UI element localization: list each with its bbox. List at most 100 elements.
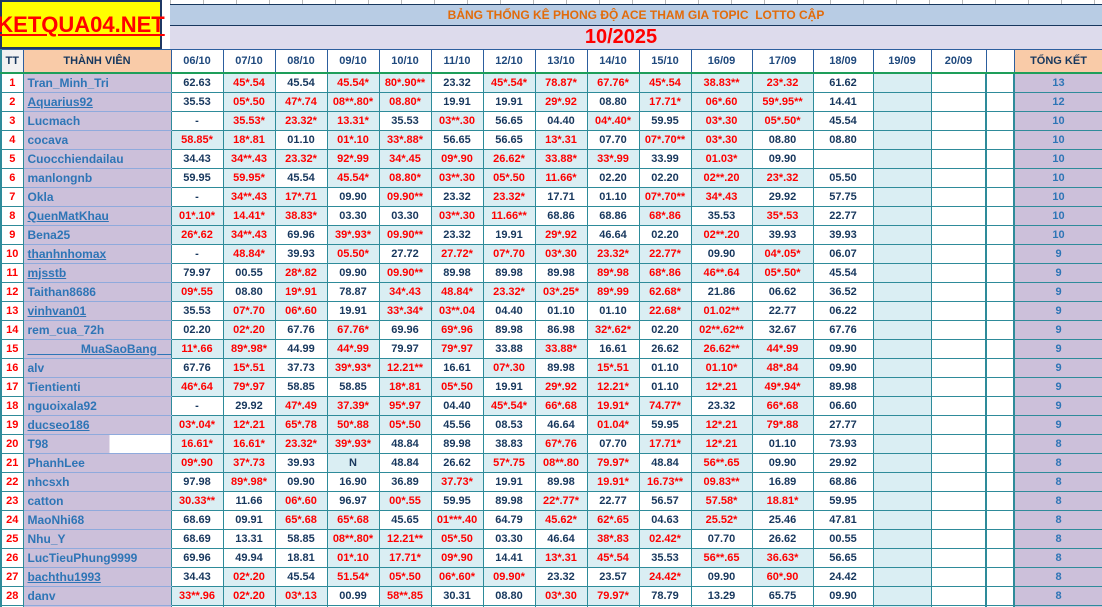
table-row: 2Aquarius9235.5305*.5047*.7408**.80*08.8… [1,92,1102,111]
member-name[interactable]: ________MuaSaoBang___ [23,339,171,358]
spacer-cell [986,472,1014,491]
data-cell: 08.80 [587,92,639,111]
logo-text[interactable]: KETQUA04.NET [0,12,165,38]
data-cell: 49.94 [223,548,275,567]
data-cell: 57.58* [691,491,752,510]
data-cell: 35.53 [171,301,223,320]
column-header-date: 11/10 [431,50,483,73]
data-cell: 26*.62 [171,225,223,244]
data-cell: 16.89 [752,472,813,491]
member-name: Tientienti [23,377,171,396]
data-cell: 68.69 [171,510,223,529]
data-cell: 00.55 [813,529,873,548]
empty-cell-1909 [873,396,931,415]
data-cell: 03**.30 [431,168,483,187]
row-number: 1 [1,73,23,93]
data-cell: 12*.21 [691,434,752,453]
data-cell: 27.72 [379,244,431,263]
data-cell: 45*.54 [223,73,275,93]
data-cell: 34**.43 [223,225,275,244]
empty-cell-1909 [873,434,931,453]
row-number: 20 [1,434,23,453]
data-cell: 96.97 [327,491,379,510]
data-cell: 18*.81 [223,130,275,149]
member-name[interactable]: Aquarius92 [23,92,171,111]
row-number: 15 [1,339,23,358]
logo[interactable]: KETQUA04.NET [0,0,162,49]
member-name[interactable]: thanhnhomax [23,244,171,263]
member-name[interactable]: vinhvan01 [23,301,171,320]
data-cell: 01*.10* [171,206,223,225]
empty-cell-1909 [873,92,931,111]
empty-cell-1909 [873,301,931,320]
data-cell: 11.66* [535,168,587,187]
data-cell: 35.53 [691,206,752,225]
data-cell: 01.10 [535,301,587,320]
data-cell: 26.62 [752,529,813,548]
empty-cell-2009 [931,206,986,225]
empty-cell-2009 [931,282,986,301]
data-cell: 79.97* [587,453,639,472]
data-cell: 38.83* [275,206,327,225]
empty-cell-2009 [931,339,986,358]
total-value: 9 [1014,396,1102,415]
total-value: 13 [1014,73,1102,93]
empty-cell-1909 [873,472,931,491]
data-cell: 08.80* [379,92,431,111]
table-row: 26LucTieuPhung999969.9649.9418.8101*.101… [1,548,1102,567]
empty-cell-2009 [931,472,986,491]
data-cell: 45.54* [327,168,379,187]
data-cell: 39.93 [813,225,873,244]
data-cell: 09.90* [483,567,535,586]
column-header-date: 16/09 [691,50,752,73]
data-cell: 22.77 [752,301,813,320]
total-value: 9 [1014,263,1102,282]
column-header-date: 06/10 [171,50,223,73]
data-cell: 09.90 [327,263,379,282]
data-cell: 17.71* [379,548,431,567]
data-cell: 23.32* [275,111,327,130]
data-cell: 57.75 [813,187,873,206]
total-value: 8 [1014,453,1102,472]
data-cell: 79.97 [379,339,431,358]
data-cell: 04*.05* [752,244,813,263]
data-cell: 30.33** [171,491,223,510]
member-name[interactable]: mjsstb [23,263,171,282]
member-name[interactable]: bachthu1993 [23,567,171,586]
data-cell: 19.91 [431,92,483,111]
data-cell: 02.42* [639,529,691,548]
table-row: 25Nhu_Y68.6913.3158.8508**.80*12.21**05*… [1,529,1102,548]
member-name: Nhu_Y [23,529,171,548]
data-cell: 51.54* [327,567,379,586]
data-cell: 12*.21 [691,377,752,396]
data-cell: 05*.50 [223,92,275,111]
data-cell: 02**.20 [691,225,752,244]
data-cell: 97.98 [171,472,223,491]
data-cell: - [171,187,223,206]
data-cell: 12.21* [587,377,639,396]
data-cell: 01.02** [691,301,752,320]
data-cell: 48.84 [379,434,431,453]
empty-cell-2009 [931,168,986,187]
data-cell: 23.32* [483,282,535,301]
table-row: 1Tran_Minh_Tri62.6345*.5445.5445.54*80*.… [1,73,1102,93]
data-cell: 69*.96 [431,320,483,339]
member-name: rem_cua_72h [23,320,171,339]
column-header-date: 07/10 [223,50,275,73]
empty-cell-2009 [931,396,986,415]
data-cell: 12*.21 [691,415,752,434]
spacer-cell [986,130,1014,149]
data-cell: 22.77 [813,206,873,225]
empty-cell-2009 [931,415,986,434]
data-cell: 46.64 [535,529,587,548]
total-value: 9 [1014,301,1102,320]
spacer-cell [986,301,1014,320]
data-cell: 09*.90 [171,453,223,472]
member-name[interactable]: ducseo186 [23,415,171,434]
column-header-date: 13/10 [535,50,587,73]
total-value: 9 [1014,339,1102,358]
data-cell: 02*.20 [223,567,275,586]
empty-cell-2009 [931,225,986,244]
member-name[interactable]: QuenMatKhau [23,206,171,225]
total-value: 9 [1014,377,1102,396]
